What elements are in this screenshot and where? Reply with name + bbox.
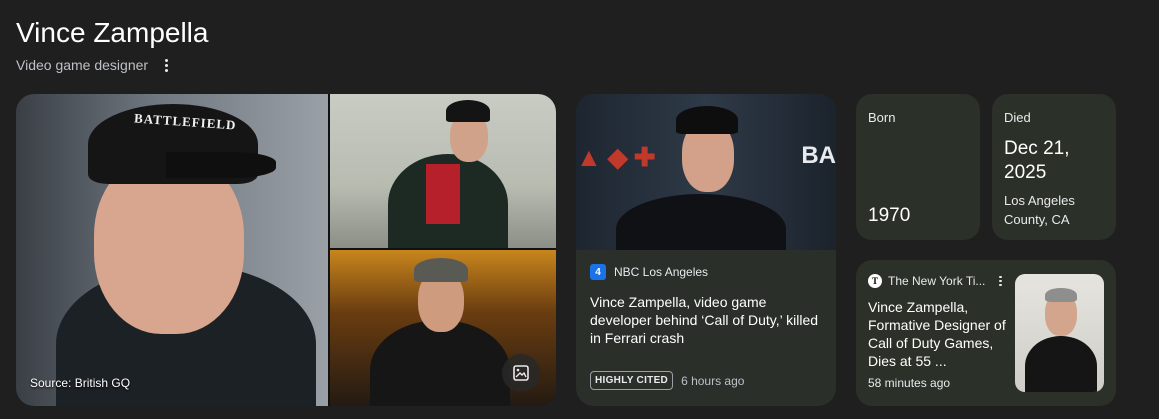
image-gallery-icon [513,365,529,381]
main-photo[interactable]: BATTLEFIELD Source: British GQ [16,94,328,406]
news-card-nyt[interactable]: T The New York Ti... Vince Zampella, For… [856,260,1116,406]
page-title: Vince Zampella [16,17,209,48]
died-card[interactable]: Died Dec 21, 2025 Los Angeles County, CA [992,94,1116,240]
news-headline[interactable]: Vince Zampella, video game developer beh… [590,293,822,347]
subtitle: Video game designer [16,57,149,73]
backdrop-letters: BA [801,142,836,169]
died-place: Los Angeles County, CA [1004,193,1075,227]
news-thumbnail[interactable] [1015,274,1104,392]
born-label: Born [868,110,896,125]
backdrop-logo-icon: ▲◆✚ [576,142,662,172]
more-vert-icon[interactable] [995,275,1005,287]
more-options-icon[interactable] [158,57,174,73]
secondary-photo-top[interactable] [330,94,556,248]
nbc4-logo-icon: 4 [590,264,606,280]
image-gallery-button[interactable] [502,354,540,392]
news-time: 6 hours ago [681,373,745,388]
born-card[interactable]: Born 1970 [856,94,980,240]
died-date: Dec 21, 2025 [1004,138,1070,183]
subtitle-row: Video game designer [16,57,174,73]
news-card-nbc[interactable]: ▲◆✚ BA 4 NBC Los Angeles Vince Zampella,… [576,94,836,406]
nyt-logo-icon: T [868,274,882,288]
photo-collage[interactable]: BATTLEFIELD Source: British GQ [16,94,556,406]
born-value: 1970 [868,205,911,226]
photo-source: Source: British GQ [30,376,131,390]
highly-cited-badge: HIGHLY CITED [590,371,674,390]
secondary-photo-bottom[interactable] [330,250,556,406]
news-source[interactable]: The New York Ti... [888,274,985,288]
news-image: ▲◆✚ BA [576,94,836,250]
news-source[interactable]: NBC Los Angeles [614,265,708,279]
news-headline[interactable]: Vince Zampella, Formative Designer of Ca… [868,298,1006,370]
died-label: Died [1004,110,1031,125]
news-time: 58 minutes ago [868,376,951,390]
